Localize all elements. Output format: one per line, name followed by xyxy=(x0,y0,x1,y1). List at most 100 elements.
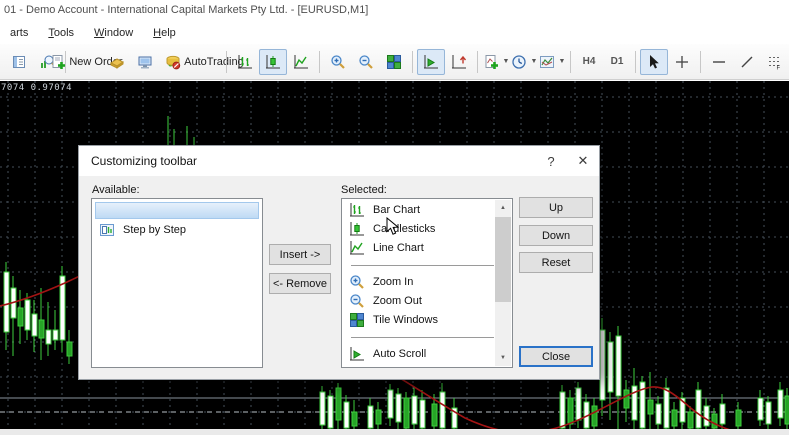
h4-label: H4 xyxy=(579,56,600,67)
toolbar-separator xyxy=(226,51,227,73)
toolbar-separator xyxy=(319,51,320,73)
indicators-dropdown-button[interactable]: ▼ xyxy=(482,49,510,75)
remove-button[interactable]: <- Remove xyxy=(269,273,331,294)
dialog-help-button[interactable]: ? xyxy=(535,146,567,176)
terminal-button[interactable] xyxy=(131,49,159,75)
new-order-button[interactable]: New Order xyxy=(70,49,103,75)
window-title: 01 - Demo Account - International Capita… xyxy=(4,4,368,16)
trendline-icon xyxy=(739,54,755,70)
auto-scroll-button[interactable] xyxy=(417,49,445,75)
metatrader-window: 01 - Demo Account - International Capita… xyxy=(0,0,789,435)
selected-item-tile-windows[interactable]: Tile Windows xyxy=(343,310,496,329)
toolbar: New Order AutoTrading ▼ ▼ ▼ H4 D1 F xyxy=(0,44,789,80)
period-h4-button[interactable]: H4 xyxy=(575,49,603,75)
candlestick-chart-button[interactable] xyxy=(259,49,287,75)
toolbar-separator xyxy=(700,51,701,73)
metaeditor-icon xyxy=(109,54,125,70)
fibonacci-icon: F xyxy=(767,54,783,70)
mouse-cursor xyxy=(386,217,399,236)
available-listbox[interactable]: Step by Step xyxy=(91,198,263,368)
selected-item-zoom-in[interactable]: Zoom In xyxy=(343,272,496,291)
candlesticks-icon xyxy=(265,54,281,70)
available-label: Available: xyxy=(92,184,140,196)
available-list-rows: Step by Step xyxy=(93,200,261,366)
selected-item-line-chart[interactable]: Line Chart xyxy=(343,238,496,257)
zoom-out-icon xyxy=(349,293,365,309)
selected-item-candlesticks[interactable]: Candlesticks xyxy=(343,219,496,238)
list-item-label: Step by Step xyxy=(123,224,186,236)
selected-label: Selected: xyxy=(341,184,387,196)
autotrading-button[interactable]: AutoTrading xyxy=(187,49,222,75)
candlesticks-icon xyxy=(349,221,365,237)
clock-icon xyxy=(511,54,527,70)
tile-windows-icon xyxy=(386,54,402,70)
selected-item-zoom-out[interactable]: Zoom Out xyxy=(343,291,496,310)
scrollbar-thumb[interactable] xyxy=(495,217,511,302)
fibonacci-tool-button[interactable]: F xyxy=(761,49,789,75)
scroll-down-icon[interactable]: ▼ xyxy=(495,350,511,366)
window-titlebar: 01 - Demo Account - International Capita… xyxy=(0,0,789,22)
reset-button[interactable]: Reset xyxy=(519,252,593,273)
selected-list-scrollbar[interactable]: ▲ ▼ xyxy=(495,200,511,366)
cursor-tool-button[interactable] xyxy=(640,49,668,75)
horizontal-line-tool-button[interactable] xyxy=(705,49,733,75)
zoom-in-icon xyxy=(349,274,365,290)
chart-shift-icon xyxy=(451,54,467,70)
insert-button[interactable]: Insert -> xyxy=(269,244,331,265)
templates-dropdown-button[interactable]: ▼ xyxy=(538,49,566,75)
menu-item-tools[interactable]: Tools xyxy=(38,24,84,42)
line-chart-icon xyxy=(349,240,365,256)
auto-scroll-icon xyxy=(349,346,365,362)
zoom-out-button[interactable] xyxy=(352,49,380,75)
autotrading-icon xyxy=(165,54,181,70)
selected-item-auto-scroll[interactable]: Auto Scroll xyxy=(343,344,496,363)
zoom-out-icon xyxy=(358,54,374,70)
auto-scroll-icon xyxy=(423,54,439,70)
metaeditor-button[interactable] xyxy=(103,49,131,75)
dialog-close-icon[interactable]: ✕ xyxy=(567,146,599,176)
dropdown-caret-icon: ▼ xyxy=(531,58,538,65)
list-item-label: Zoom In xyxy=(373,276,413,288)
list-item-label: Zoom Out xyxy=(373,295,422,307)
new-order-icon xyxy=(50,54,66,70)
zoom-in-icon xyxy=(330,54,346,70)
line-chart-button[interactable] xyxy=(287,49,315,75)
tile-windows-button[interactable] xyxy=(380,49,408,75)
dialog-titlebar[interactable]: Customizing toolbar ? ✕ xyxy=(79,146,599,176)
periods-dropdown-button[interactable]: ▼ xyxy=(510,49,538,75)
dropdown-caret-icon: ▼ xyxy=(559,58,566,65)
crosshair-tool-button[interactable] xyxy=(668,49,696,75)
cursor-icon xyxy=(646,54,662,70)
trendline-tool-button[interactable] xyxy=(733,49,761,75)
toolbar-separator xyxy=(412,51,413,73)
toolbar-separator xyxy=(635,51,636,73)
chart-shift-button[interactable] xyxy=(445,49,473,75)
d1-label: D1 xyxy=(607,56,628,67)
period-d1-button[interactable]: D1 xyxy=(603,49,631,75)
menu-item-help[interactable]: Help xyxy=(143,24,186,42)
profiles-button[interactable] xyxy=(5,49,33,75)
available-selected-row[interactable] xyxy=(95,202,259,219)
menu-item-window[interactable]: Window xyxy=(84,24,143,42)
zoom-in-button[interactable] xyxy=(324,49,352,75)
list-item-label: Bar Chart xyxy=(373,204,420,216)
toolbar-separator xyxy=(570,51,571,73)
tile-windows-icon xyxy=(349,312,365,328)
list-separator xyxy=(343,257,496,272)
list-item-label: Line Chart xyxy=(373,242,424,254)
scroll-up-icon[interactable]: ▲ xyxy=(495,200,511,216)
toolbar-separator xyxy=(477,51,478,73)
horizontal-line-icon xyxy=(711,54,727,70)
bar-chart-icon xyxy=(349,202,365,218)
list-separator xyxy=(343,329,496,344)
close-button[interactable]: Close xyxy=(519,346,593,367)
dropdown-caret-icon: ▼ xyxy=(503,58,510,65)
selected-listbox[interactable]: Bar Chart Candlesticks Line Chart Zoom In Zo… xyxy=(341,198,513,368)
down-button[interactable]: Down xyxy=(519,225,593,246)
available-item-step-by-step[interactable]: Step by Step xyxy=(93,220,261,239)
selected-item-bar-chart[interactable]: Bar Chart xyxy=(343,200,496,219)
bar-chart-button[interactable] xyxy=(231,49,259,75)
step-by-step-icon xyxy=(99,222,115,238)
up-button[interactable]: Up xyxy=(519,197,593,218)
menu-item-arts[interactable]: arts xyxy=(0,24,38,42)
